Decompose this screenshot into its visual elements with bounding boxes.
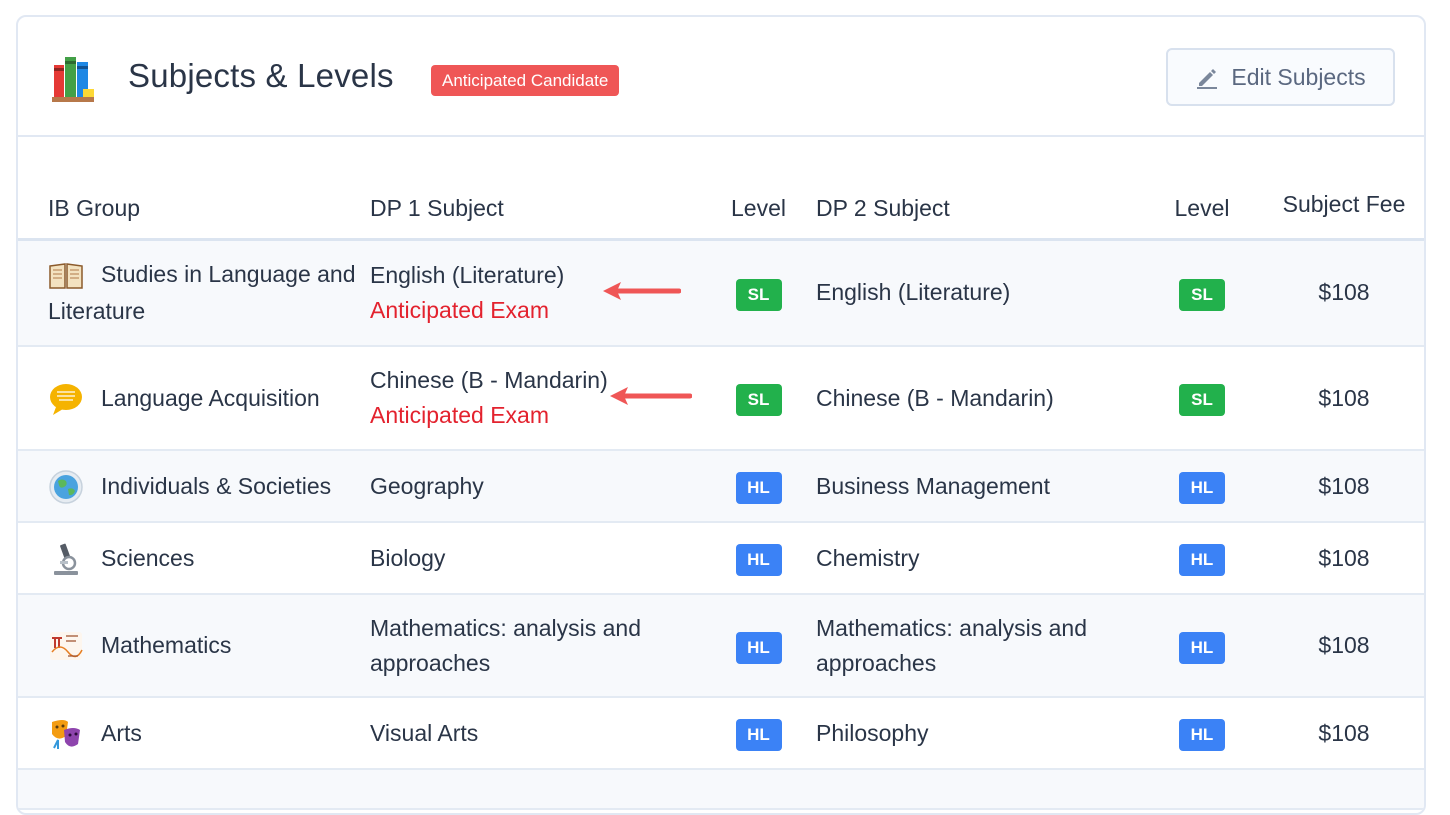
table-row: Studies in Language and Literature Engli… — [18, 239, 1424, 347]
dp2-subject: Chinese (B - Mandarin) — [816, 346, 1144, 451]
level-badge: HL — [735, 472, 782, 504]
level-badge: HL — [735, 544, 782, 576]
speech-bubble-icon — [50, 383, 82, 415]
column-header-dp1-subject: DP 1 Subject — [370, 137, 701, 241]
table-header-row: IB Group DP 1 Subject Level DP 2 Subject… — [18, 137, 1424, 241]
column-header-subject-fee: Subject Fee — [1260, 137, 1424, 241]
column-header-level-2: Level — [1144, 137, 1260, 241]
subject-fee: $108 — [1260, 594, 1424, 698]
dp2-subject: Philosophy — [816, 697, 1144, 770]
group-name: Language Acquisition — [101, 384, 320, 411]
microscope-icon — [54, 543, 78, 575]
column-header-ib-group: IB Group — [18, 137, 370, 241]
subject-fee: $108 — [1260, 697, 1424, 770]
edit-subjects-label: Edit Subjects — [1231, 63, 1366, 90]
group-name: Sciences — [101, 544, 195, 571]
subjects-card: Subjects & Levels Anticipated Candidate … — [16, 15, 1426, 815]
level-badge: HL — [1179, 472, 1225, 504]
dp2-subject: English (Literature) — [816, 239, 1144, 347]
arrow-left-icon — [610, 387, 692, 405]
table-row: Language Acquisition Chinese (B - Mandar… — [18, 346, 1424, 451]
level-badge: HL — [1179, 544, 1225, 576]
column-header-level-1: Level — [701, 137, 816, 241]
subjects-table: IB Group DP 1 Subject Level DP 2 Subject… — [18, 137, 1424, 810]
group-name: Arts — [101, 719, 142, 746]
dp2-subject: Business Management — [816, 450, 1144, 523]
group-name: Individuals & Societies — [101, 472, 332, 499]
table-row: Sciences Biology HL Chemistry HL $108 — [18, 522, 1424, 595]
level-badge: HL — [735, 631, 782, 664]
dp1-subject: Biology — [370, 522, 701, 595]
column-header-dp2-subject: DP 2 Subject — [816, 137, 1144, 241]
level-badge: SL — [735, 384, 782, 416]
math-symbols-icon — [50, 632, 83, 660]
level-badge: HL — [1179, 719, 1225, 751]
level-badge: HL — [1179, 631, 1225, 664]
dp1-subject: Geography — [370, 450, 701, 523]
books-icon — [52, 57, 94, 102]
arrow-left-icon — [603, 281, 681, 300]
group-name: Studies in Language and Literature — [48, 260, 356, 324]
pencil-icon — [1197, 69, 1218, 89]
subject-fee: $108 — [1260, 450, 1424, 523]
level-badge: SL — [1179, 278, 1225, 311]
globe-icon — [49, 469, 83, 504]
subject-fee: $108 — [1260, 346, 1424, 451]
level-badge: SL — [735, 278, 782, 311]
table-row: Individuals & Societies Geography HL Bus… — [18, 450, 1424, 523]
dp1-subject: Mathematics: analysis and approaches — [370, 594, 701, 698]
group-name: Mathematics — [101, 632, 232, 658]
open-book-icon — [49, 262, 83, 289]
edit-subjects-button[interactable]: Edit Subjects — [1166, 48, 1395, 106]
card-header: Subjects & Levels Anticipated Candidate … — [18, 17, 1424, 137]
dp1-subject: Visual Arts — [370, 697, 701, 770]
table-row — [18, 769, 1424, 810]
level-badge: HL — [735, 719, 782, 751]
dp2-subject: Chemistry — [816, 522, 1144, 595]
theater-masks-icon — [52, 719, 80, 749]
table-row: Arts Visual Arts HL Philosophy HL $108 — [18, 697, 1424, 770]
subject-fee: $108 — [1260, 522, 1424, 595]
level-badge: SL — [1179, 384, 1225, 416]
table-row: Mathematics Mathematics: analysis and ap… — [18, 594, 1424, 698]
status-badge: Anticipated Candidate — [431, 65, 620, 96]
subject-fee: $108 — [1260, 239, 1424, 347]
page-title: Subjects & Levels — [128, 57, 394, 94]
dp2-subject: Mathematics: analysis and approaches — [816, 594, 1144, 698]
